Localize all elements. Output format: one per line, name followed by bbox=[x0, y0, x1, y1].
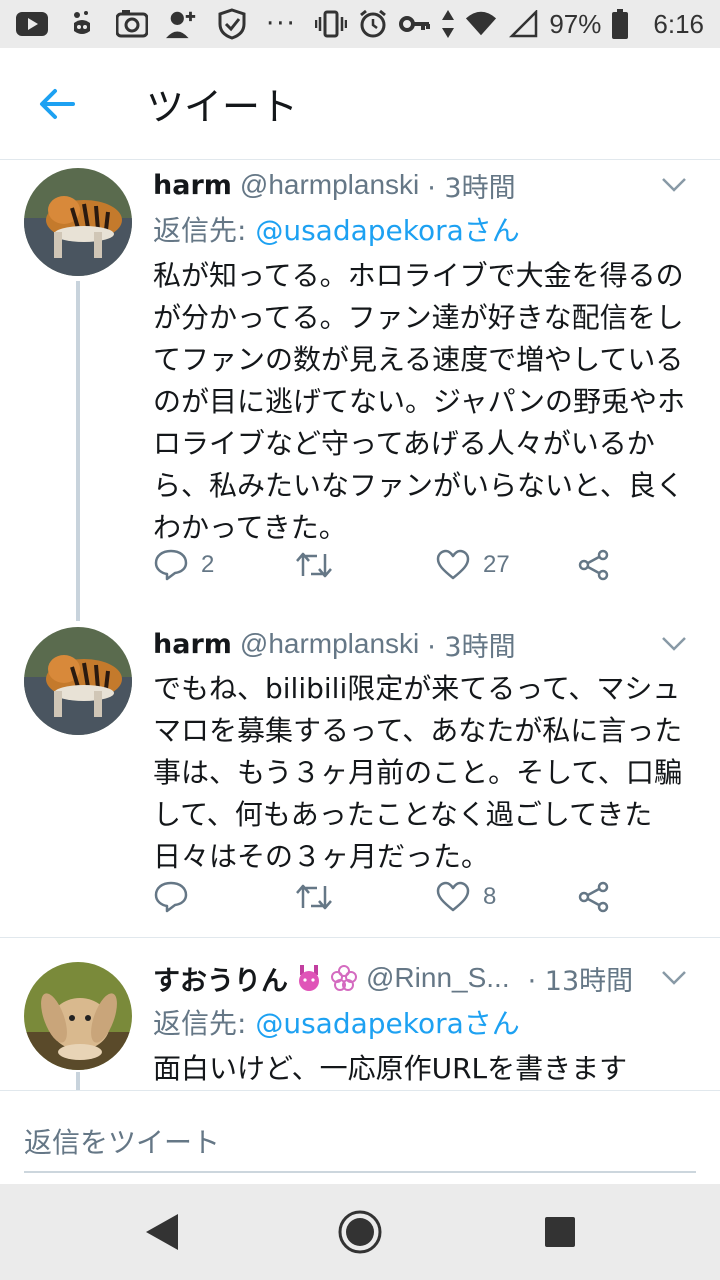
tweet-time: · 3時間 bbox=[427, 172, 516, 204]
reply-to-mention[interactable]: @usadapekoraさん bbox=[255, 214, 519, 247]
reply-count: 2 bbox=[201, 551, 215, 578]
tweet-time: · 3時間 bbox=[427, 631, 516, 663]
thread-line bbox=[76, 281, 80, 621]
tweet-actions: 2 27 bbox=[153, 545, 633, 585]
youtube-icon bbox=[16, 8, 48, 40]
tweet-actions: 8 bbox=[153, 877, 633, 917]
reply-input[interactable]: 返信をツイート bbox=[24, 1121, 220, 1161]
bunny-avatar-icon bbox=[24, 962, 132, 1070]
reply-to-label: 返信先: bbox=[153, 1007, 256, 1040]
game-controller-icon bbox=[66, 8, 98, 40]
app-header: ツイート bbox=[0, 48, 720, 160]
alarm-icon bbox=[357, 8, 389, 40]
retweet-button[interactable] bbox=[295, 877, 333, 917]
tweet-menu-button[interactable] bbox=[658, 962, 690, 994]
heart-icon bbox=[436, 881, 470, 912]
chevron-down-icon bbox=[662, 178, 686, 192]
back-arrow-icon bbox=[40, 88, 75, 119]
user-handle[interactable]: @harmplanski bbox=[240, 169, 419, 201]
status-bar: ··· 97% 6:16 bbox=[0, 0, 720, 48]
retweet-icon bbox=[296, 884, 332, 910]
tweet-divider bbox=[0, 937, 720, 938]
chevron-down-icon bbox=[662, 971, 686, 985]
thread-line bbox=[76, 1072, 80, 1090]
retweet-icon bbox=[296, 552, 332, 578]
display-name[interactable]: harm bbox=[153, 629, 232, 660]
tiger-avatar-icon bbox=[24, 168, 132, 276]
reply-icon bbox=[154, 549, 188, 581]
vibrate-icon bbox=[315, 8, 348, 40]
flower-emoji-icon bbox=[330, 964, 358, 992]
home-circle-icon bbox=[338, 1210, 382, 1254]
user-handle[interactable]: @Rinn_S... bbox=[366, 962, 510, 994]
battery-icon bbox=[611, 8, 629, 40]
tweet[interactable]: すおうりん @Rinn_S... · 13時間 返信先: @usadapekor… bbox=[0, 958, 720, 1090]
more-notifications-dots: ··· bbox=[266, 9, 297, 39]
reply-button[interactable]: 2 bbox=[153, 545, 214, 585]
tweet-time: · 13時間 bbox=[527, 965, 634, 997]
tweet-header: harm @harmplanski · 3時間 bbox=[153, 165, 690, 205]
cellular-signal-icon bbox=[507, 8, 539, 40]
recents-square-icon bbox=[545, 1217, 575, 1247]
avatar[interactable] bbox=[24, 962, 132, 1070]
tiger-avatar-icon bbox=[24, 627, 132, 735]
tweet-content: harm @harmplanski · 3時間 返信先: @usadapekor… bbox=[153, 165, 690, 549]
wifi-icon bbox=[465, 8, 497, 40]
data-transfer-icon bbox=[441, 8, 455, 40]
camera-icon bbox=[116, 8, 148, 40]
system-navigation-bar bbox=[0, 1184, 720, 1280]
shield-check-icon bbox=[216, 8, 248, 40]
bunny-emoji-icon bbox=[294, 963, 324, 993]
tweet-menu-button[interactable] bbox=[658, 169, 690, 201]
share-button[interactable] bbox=[577, 545, 611, 585]
nav-back-button[interactable] bbox=[138, 1208, 186, 1256]
reply-icon bbox=[154, 881, 188, 913]
heart-icon bbox=[436, 549, 470, 580]
tweet-header: harm @harmplanski · 3時間 bbox=[153, 624, 690, 664]
tweet-header: すおうりん @Rinn_S... · 13時間 bbox=[153, 958, 690, 998]
tweet-menu-button[interactable] bbox=[658, 628, 690, 660]
avatar[interactable] bbox=[24, 168, 132, 276]
share-button[interactable] bbox=[577, 877, 611, 917]
retweet-button[interactable] bbox=[295, 545, 333, 585]
tweet-text: でもね、bilibili限定が来てるって、マシュマロを募集するって、あなたが私に… bbox=[153, 672, 683, 873]
page-title: ツイート bbox=[146, 85, 299, 129]
share-icon bbox=[578, 549, 609, 581]
tweet-text: 面白いけど、一応原作URLを書きます bbox=[153, 1052, 628, 1085]
nav-home-button[interactable] bbox=[336, 1208, 384, 1256]
display-name[interactable]: すおうりん bbox=[153, 959, 288, 998]
like-button[interactable]: 27 bbox=[435, 545, 510, 585]
user-handle[interactable]: @harmplanski bbox=[240, 628, 419, 660]
clock: 6:16 bbox=[653, 8, 704, 39]
reply-to-line: 返信先: @usadapekoraさん bbox=[153, 211, 690, 251]
reply-to-line: 返信先: @usadapekoraさん bbox=[153, 1004, 690, 1044]
add-user-icon bbox=[166, 8, 198, 40]
reply-to-label: 返信先: bbox=[153, 214, 256, 247]
like-count: 8 bbox=[483, 883, 497, 910]
tweet-content: すおうりん @Rinn_S... · 13時間 返信先: @usadapekor… bbox=[153, 958, 690, 1090]
chevron-down-icon bbox=[662, 637, 686, 651]
reply-compose-bar[interactable]: 返信をツイート bbox=[0, 1090, 720, 1184]
reply-to-mention[interactable]: @usadapekoraさん bbox=[255, 1007, 519, 1040]
like-count: 27 bbox=[483, 551, 510, 578]
tweet-content: harm @harmplanski · 3時間 でもね、bilibili限定が来… bbox=[153, 624, 690, 878]
battery-percent: 97% bbox=[549, 8, 602, 39]
share-icon bbox=[578, 881, 609, 913]
back-triangle-icon bbox=[146, 1214, 178, 1250]
avatar[interactable] bbox=[24, 627, 132, 735]
input-underline bbox=[24, 1171, 696, 1173]
reply-button[interactable] bbox=[153, 877, 189, 917]
display-name[interactable]: harm bbox=[153, 170, 232, 201]
tweet-text: 私が知ってる。ホロライブで大金を得るのが分かってる。ファン達が好きな配信をしてフ… bbox=[153, 259, 686, 544]
like-button[interactable]: 8 bbox=[435, 877, 496, 917]
key-icon bbox=[399, 8, 431, 40]
back-button[interactable] bbox=[22, 69, 92, 139]
nav-recents-button[interactable] bbox=[536, 1208, 584, 1256]
